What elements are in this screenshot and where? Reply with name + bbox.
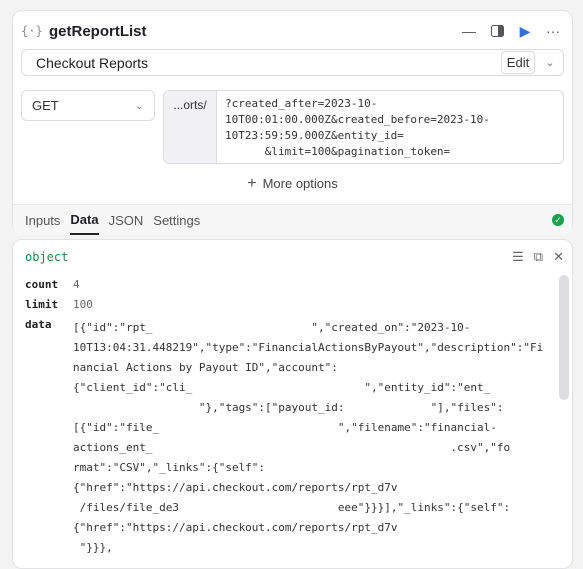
- data-value: [{"id":"rpt_ ","created_on":"2023-10- 10…: [73, 321, 544, 554]
- data-key: data: [25, 318, 52, 331]
- limit-key: limit: [25, 298, 59, 311]
- close-icon[interactable]: ✕: [553, 249, 564, 265]
- url-prefix: ...orts/: [164, 91, 217, 163]
- count-value: 4: [73, 278, 80, 291]
- panel-toggle-icon[interactable]: [486, 20, 508, 42]
- tab-data[interactable]: Data: [70, 206, 99, 235]
- result-viewer-card: object ☰ ⧉ ✕ count 4 limit 100 data [{"id"…: [12, 239, 573, 569]
- more-options-button[interactable]: + More options: [13, 175, 572, 193]
- count-row: count 4: [25, 278, 80, 291]
- result-type-label: object: [25, 250, 69, 264]
- chevron-down-icon[interactable]: ⌄: [541, 56, 559, 69]
- limit-row: limit 100: [25, 298, 93, 311]
- tab-bar: Inputs Data JSON Settings ✓: [13, 204, 572, 235]
- result-header: object ☰ ⧉ ✕: [25, 248, 564, 266]
- filter-list-icon[interactable]: ☰: [512, 249, 524, 265]
- code-icon: {·}: [21, 24, 43, 38]
- query-title[interactable]: getReportList: [49, 23, 147, 40]
- scrollbar-thumb[interactable]: [559, 275, 569, 400]
- chevron-down-icon: ⌄: [134, 100, 144, 112]
- count-key: count: [25, 278, 59, 291]
- url-query-text[interactable]: ?created_after=2023-10- 10T00:01:00.000Z…: [217, 91, 563, 163]
- copy-icon[interactable]: ⧉: [534, 249, 543, 265]
- query-editor-card: {·} getReportList — ▶ ··· Checkout Repor…: [12, 10, 573, 235]
- edit-resource-button[interactable]: Edit: [501, 51, 535, 74]
- resource-selector[interactable]: Checkout Reports Edit ⌄: [21, 49, 564, 76]
- minimize-icon[interactable]: —: [458, 20, 480, 42]
- url-input[interactable]: ...orts/ ?created_after=2023-10- 10T00:0…: [163, 90, 564, 164]
- more-options-label: More options: [262, 176, 338, 191]
- tab-inputs[interactable]: Inputs: [25, 207, 60, 234]
- run-play-icon[interactable]: ▶: [514, 20, 536, 42]
- resource-name: Checkout Reports: [36, 54, 149, 71]
- success-check-icon: ✓: [552, 214, 564, 226]
- plus-icon: +: [247, 175, 257, 192]
- more-options-icon[interactable]: ···: [542, 20, 564, 42]
- http-method-select[interactable]: GET ⌄: [21, 90, 155, 121]
- http-method-value: GET: [32, 98, 59, 113]
- query-header: {·} getReportList — ▶ ···: [21, 19, 564, 43]
- tab-settings[interactable]: Settings: [153, 207, 200, 234]
- limit-value: 100: [73, 298, 93, 311]
- tab-json[interactable]: JSON: [109, 207, 144, 234]
